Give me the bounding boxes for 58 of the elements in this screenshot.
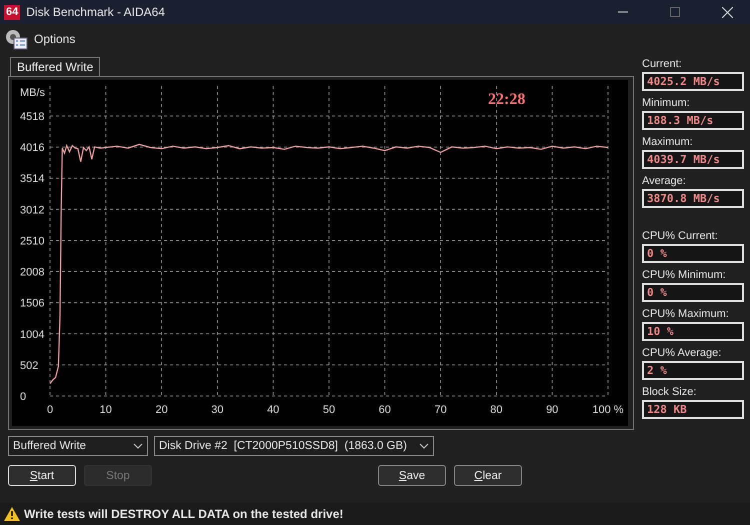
window-title: Disk Benchmark - AIDA64 — [26, 5, 166, 19]
warning-icon — [4, 507, 20, 521]
axis-unit-label: MB/s — [20, 87, 46, 99]
x-tick-label: 80 — [490, 404, 503, 416]
warning-message: Write tests will DESTROY ALL DATA on the tested drive! — [24, 507, 344, 521]
stat-value: 3870.8 MB/s — [642, 189, 744, 208]
x-tick-label: 20 — [155, 404, 168, 416]
stat-label: Minimum: — [642, 97, 691, 109]
tab[interactable]: Buffered Write — [10, 57, 100, 76]
stat-value: 10 % — [642, 322, 744, 341]
x-tick-label: 30 — [211, 404, 224, 416]
stat-value: 4025.2 MB/s — [642, 72, 744, 91]
elapsed-time: 22:28 — [488, 91, 526, 108]
y-tick-label: 2510 — [20, 235, 44, 248]
action-button[interactable]: Save — [378, 465, 446, 486]
y-tick-label: 0 — [20, 391, 26, 403]
action-button[interactable]: Clear — [454, 465, 522, 486]
stat-label: Current: — [642, 58, 683, 70]
x-tick-label: 40 — [267, 404, 280, 416]
close-icon — [722, 6, 732, 18]
stat-label: CPU% Average: — [642, 347, 722, 359]
test-dropdown[interactable]: Buffered Write — [8, 436, 148, 456]
y-tick-label: 1004 — [20, 328, 44, 341]
stat-value: 2 % — [642, 361, 744, 380]
x-tick-label: 60 — [378, 404, 391, 416]
y-tick-label: 1506 — [20, 298, 44, 310]
y-tick-label: 4016 — [20, 142, 44, 154]
stat-label: CPU% Minimum: — [642, 269, 727, 281]
stat-value: 4039.7 MB/s — [642, 150, 744, 169]
chevron-icon — [133, 443, 143, 449]
x-tick-label: 10 — [100, 404, 112, 416]
app-icon: 64 — [4, 4, 20, 20]
stat-value: 188.3 MB/s — [642, 111, 744, 130]
settings-icon[interactable] — [4, 28, 28, 50]
stat-label: Average: — [642, 175, 687, 187]
stat-label: Maximum: — [642, 136, 694, 148]
chevron-icon — [419, 443, 429, 449]
x-tick-label: 0 — [46, 404, 54, 416]
x-tick-label: 50 — [322, 404, 336, 416]
stat-value: 0 % — [642, 283, 744, 302]
options-menu[interactable]: Options — [34, 32, 76, 46]
x-tick-label: 100 % — [592, 404, 624, 416]
maximize-icon — [670, 7, 680, 17]
stat-label: CPU% Current: — [642, 230, 719, 242]
y-tick-label: 4518 — [20, 111, 44, 123]
y-tick-label: 2008 — [20, 266, 44, 279]
minimize-icon — [618, 11, 628, 13]
stat-label: Block Size: — [642, 386, 698, 398]
x-tick-label: 90 — [546, 404, 558, 416]
action-button[interactable]: Start — [8, 465, 76, 486]
stat-value: 128 KB — [642, 400, 744, 419]
y-tick-label: 3012 — [20, 204, 44, 216]
x-tick-label: 70 — [434, 404, 447, 416]
stat-label: CPU% Maximum: — [642, 308, 730, 320]
y-tick-label: 502 — [20, 360, 38, 372]
y-tick-label: 3514 — [20, 173, 44, 186]
drive-dropdown[interactable]: Disk Drive #2 [CT2000P510SSD8] (1863.0 GB) — [154, 436, 434, 456]
stat-value: 0 % — [642, 244, 744, 263]
